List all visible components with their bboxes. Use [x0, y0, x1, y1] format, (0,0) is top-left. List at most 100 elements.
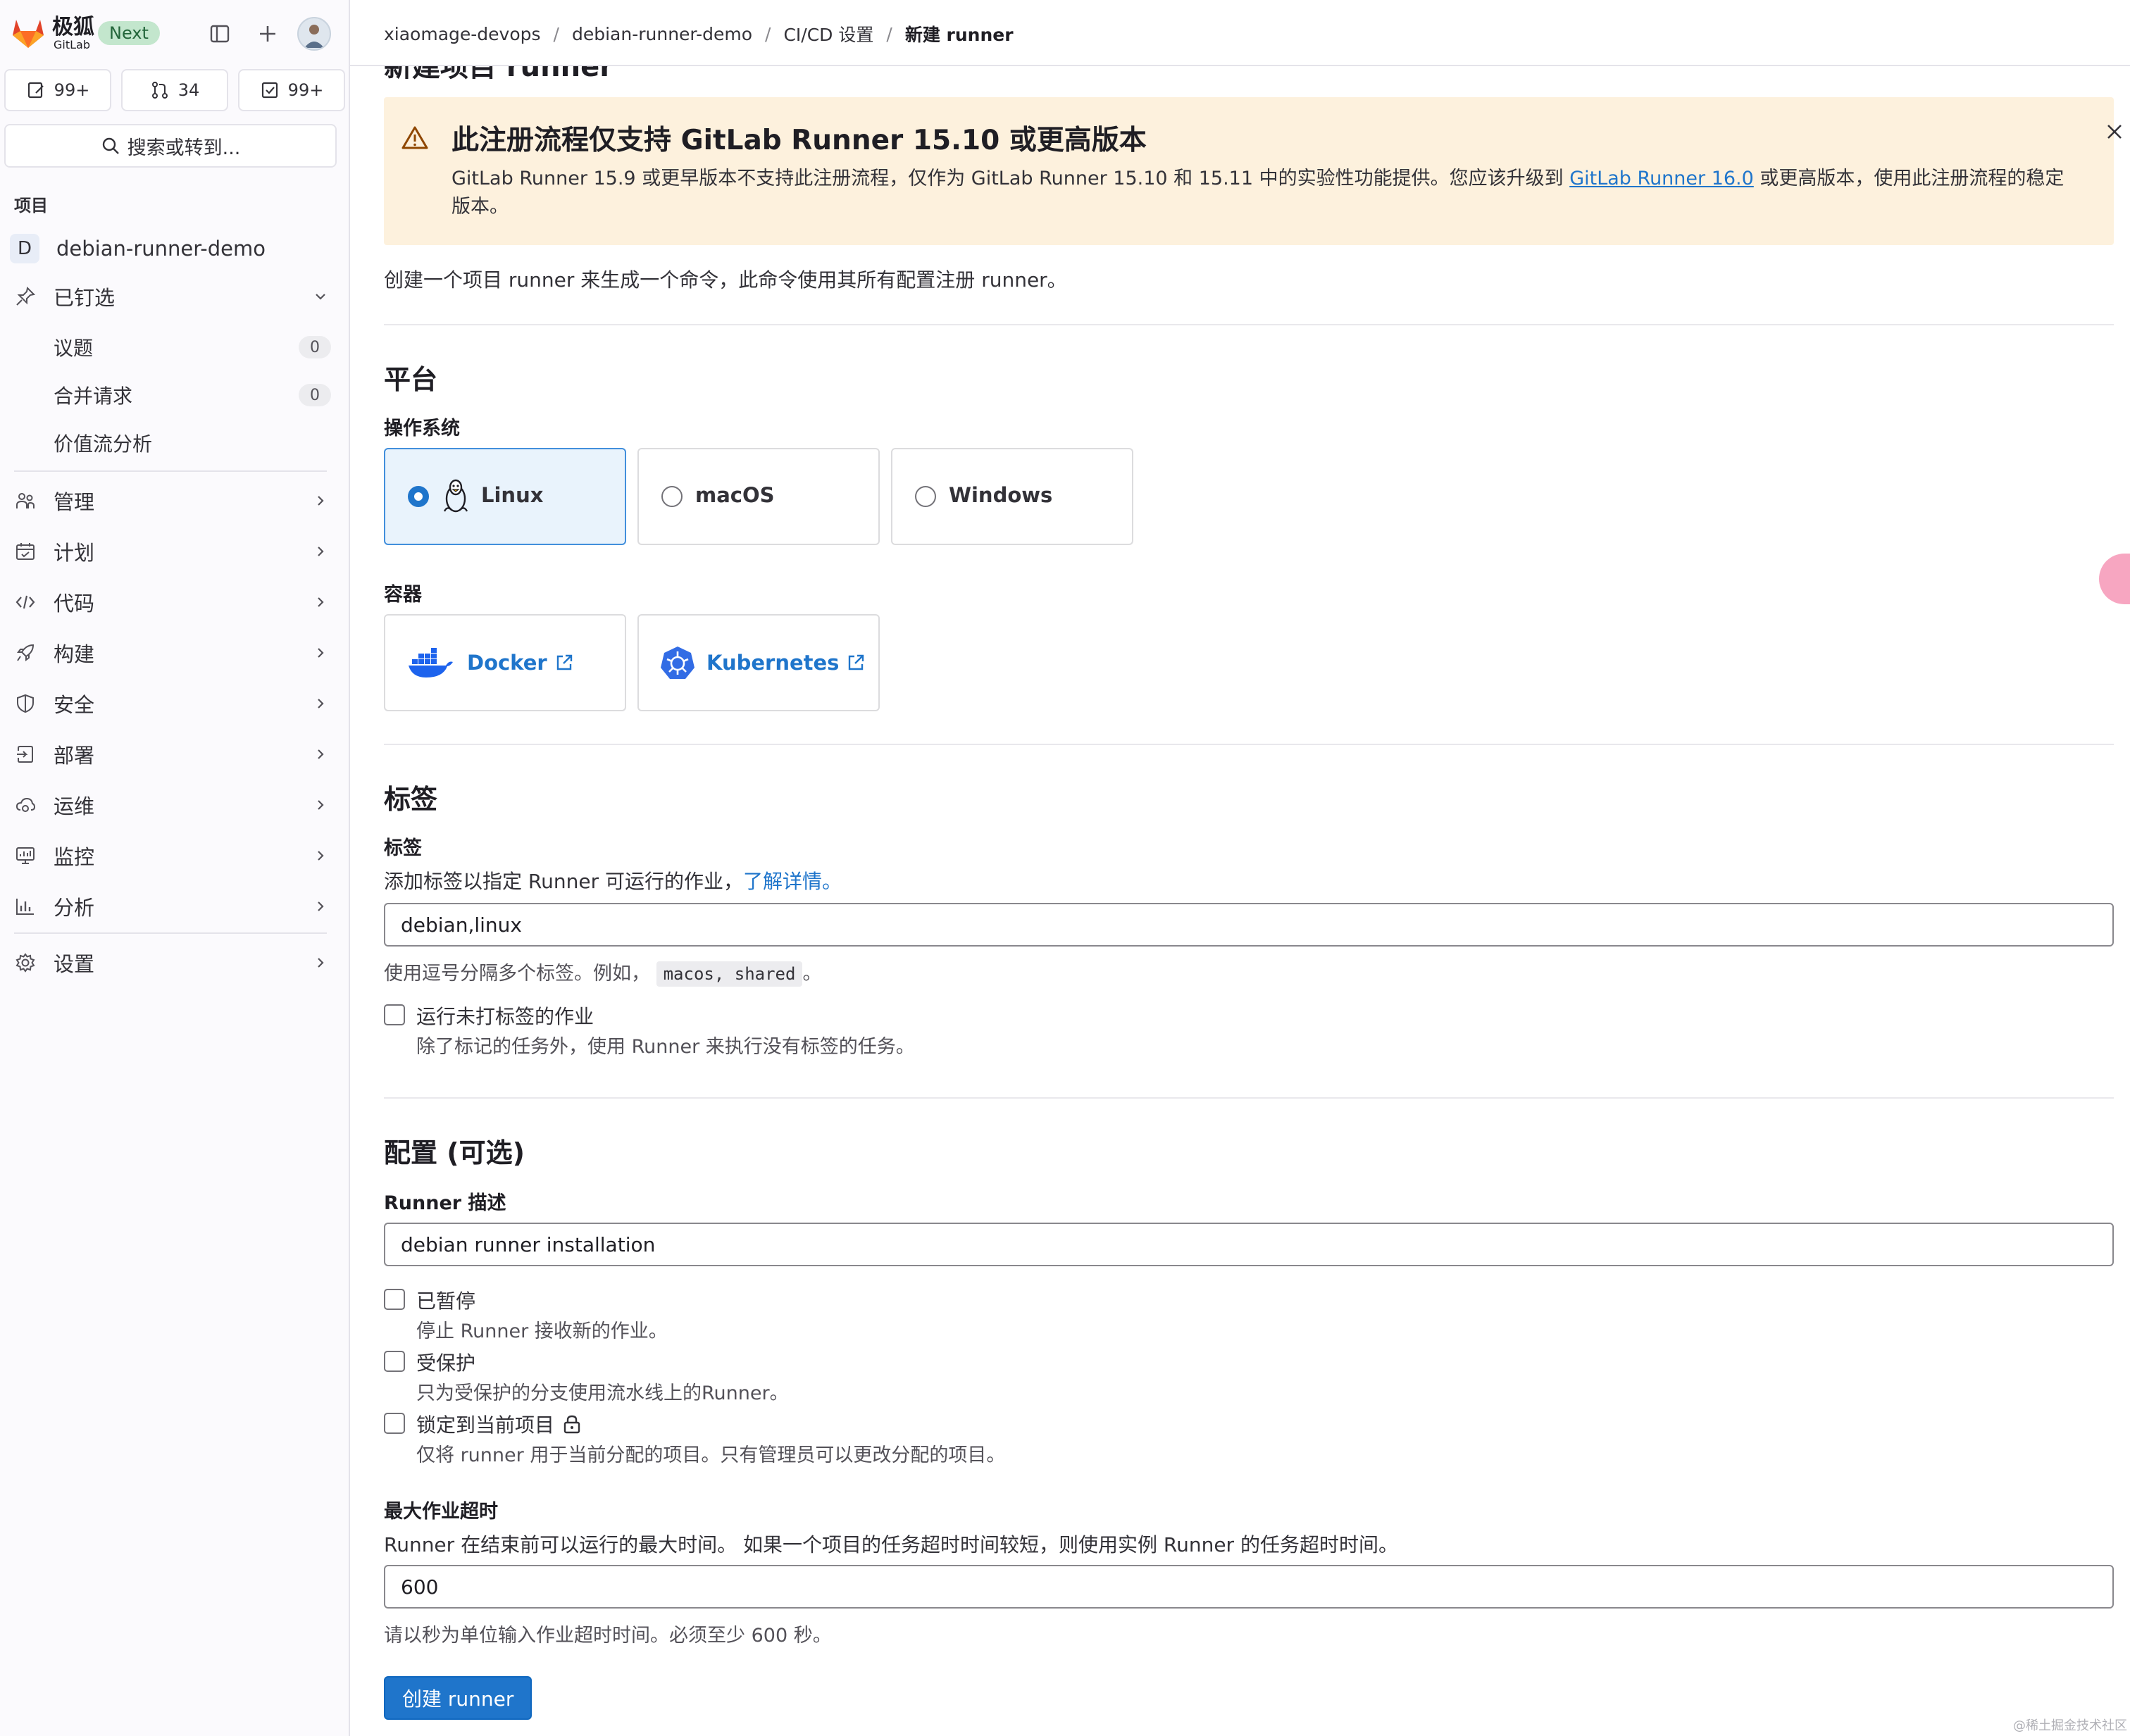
section-divider	[384, 1097, 2114, 1099]
breadcrumb-separator: /	[765, 23, 771, 44]
sidebar-item-value-stream[interactable]: 价值流分析	[0, 421, 338, 465]
sidebar: 极狐 GitLab Next 99+ 34 99+ 搜索或转到... 项目 D …	[0, 0, 350, 1736]
radio-macos[interactable]	[661, 486, 683, 507]
run-untagged-checkbox[interactable]	[384, 1004, 405, 1025]
sidebar-item-plan[interactable]: 计划	[0, 530, 338, 573]
runner-description-input[interactable]: debian runner installation	[384, 1223, 2114, 1266]
watermark-text: @稀土掘金技术社区	[2013, 1718, 2127, 1733]
alert-body: GitLab Runner 15.9 或更早版本不支持此注册流程，仅作为 Git…	[451, 165, 2072, 221]
sidebar-item-deploy[interactable]: 部署	[0, 732, 338, 776]
tags-help: 添加标签以指定 Runner 可运行的作业，了解详情。	[384, 866, 842, 894]
sidebar-item-operate[interactable]: 运维	[0, 783, 338, 827]
shield-icon	[14, 692, 37, 715]
breadcrumb-item-project[interactable]: debian-runner-demo	[572, 24, 752, 44]
os-option-windows[interactable]: Windows	[891, 448, 1133, 545]
breadcrumb-item-group[interactable]: xiaomage-devops	[384, 24, 541, 44]
kubernetes-link-label: Kubernetes	[706, 651, 840, 675]
alert-dismiss-button[interactable]	[2104, 121, 2125, 145]
project-avatar: D	[10, 234, 39, 263]
kubernetes-link[interactable]: Kubernetes	[706, 651, 866, 675]
paused-help: 停止 Runner 接收新的作业。	[416, 1320, 668, 1342]
tags-input[interactable]: debian,linux	[384, 903, 2114, 947]
protected-checkbox[interactable]	[384, 1351, 405, 1372]
main-content: 新建项目 runner 此注册流程仅支持 GitLab Runner 15.10…	[350, 0, 2130, 1736]
external-link-icon	[556, 654, 572, 670]
sidebar-item-settings[interactable]: 设置	[0, 941, 338, 985]
sidebar-item-label: 代码	[54, 592, 95, 616]
configuration-heading: 配置 (可选)	[384, 1137, 525, 1168]
tags-heading: 标签	[384, 784, 438, 815]
user-avatar[interactable]	[297, 17, 331, 51]
merge-requests-count: 34	[178, 80, 200, 100]
create-runner-button[interactable]: 创建 runner	[384, 1676, 532, 1720]
tags-hint-end: 。	[802, 963, 822, 985]
search-label: 搜索或转到...	[127, 137, 241, 159]
search-icon	[102, 137, 119, 154]
search-button[interactable]: 搜索或转到...	[4, 124, 337, 168]
radio-windows[interactable]	[915, 486, 936, 507]
sidebar-item-code[interactable]: 代码	[0, 580, 338, 624]
os-option-macos[interactable]: macOS	[637, 448, 880, 545]
alert-title: 此注册流程仅支持 GitLab Runner 15.10 或更高版本	[451, 125, 1147, 156]
sidebar-item-label: 议题	[54, 337, 94, 360]
sidebar-item-build[interactable]: 构建	[0, 631, 338, 675]
locked-checkbox[interactable]	[384, 1413, 405, 1434]
merge-requests-button[interactable]: 34	[121, 69, 228, 111]
code-icon	[14, 591, 37, 613]
tags-help-text: 添加标签以指定 Runner 可运行的作业，	[384, 870, 743, 893]
chevron-right-icon	[313, 594, 328, 610]
sidebar-divider	[14, 470, 327, 472]
paused-checkbox[interactable]	[384, 1289, 405, 1310]
intro-text: 创建一个项目 runner 来生成一个命令，此命令使用其所有配置注册 runne…	[384, 268, 1067, 292]
sidebar-item-manage[interactable]: 管理	[0, 479, 338, 523]
breadcrumb-item-cicd-settings[interactable]: CI/CD 设置	[783, 21, 873, 46]
sidebar-item-analyze[interactable]: 分析	[0, 885, 338, 928]
thumbtack-icon	[14, 285, 37, 308]
sidebar-item-monitor[interactable]: 监控	[0, 834, 338, 878]
sidebar-pinned-toggle[interactable]: 已钉选	[0, 275, 338, 318]
sidebar-item-merge-requests[interactable]: 合并请求 0	[0, 373, 338, 417]
sidebar-item-label: 合并请求	[54, 385, 133, 408]
linux-tux-icon	[443, 479, 468, 513]
radio-linux[interactable]	[408, 486, 429, 507]
container-option-kubernetes[interactable]: Kubernetes	[637, 614, 880, 711]
alert-body-text: GitLab Runner 15.9 或更早版本不支持此注册流程，仅作为 Git…	[451, 168, 1570, 189]
sidebar-project-link[interactable]: D debian-runner-demo	[10, 234, 266, 263]
assigned-issues-button[interactable]: 99+	[4, 69, 111, 111]
chevron-right-icon	[313, 645, 328, 661]
section-divider	[384, 324, 2114, 325]
sidebar-item-label: 安全	[54, 693, 95, 717]
gear-icon	[14, 951, 37, 974]
locked-label: 锁定到当前项目	[416, 1413, 555, 1437]
runner-description-label: Runner 描述	[384, 1192, 506, 1214]
paused-label[interactable]: 已暂停	[416, 1286, 475, 1314]
next-badge[interactable]: Next	[98, 21, 160, 45]
project-name: debian-runner-demo	[56, 237, 266, 261]
gitlab-logo-icon[interactable]	[10, 14, 46, 51]
chevron-right-icon	[313, 544, 328, 559]
os-option-linux[interactable]: Linux	[384, 448, 626, 545]
avatar-image-icon	[304, 25, 324, 48]
locked-label-wrap[interactable]: 锁定到当前项目	[416, 1410, 581, 1438]
learn-more-link[interactable]: 了解详情。	[743, 870, 842, 893]
users-icon	[14, 489, 37, 512]
sidebar-item-secure[interactable]: 安全	[0, 682, 338, 725]
brand-name-en: GitLab	[54, 38, 90, 51]
todos-button[interactable]: 99+	[238, 69, 345, 111]
container-option-docker[interactable]: Docker	[384, 614, 626, 711]
chevron-right-icon	[313, 797, 328, 813]
protected-label[interactable]: 受保护	[416, 1348, 475, 1376]
create-new-button[interactable]	[251, 17, 285, 51]
breadcrumb-item-current[interactable]: 新建 runner	[905, 21, 1014, 46]
runner-16-link[interactable]: GitLab Runner 16.0	[1569, 168, 1754, 189]
sidebar-item-label: 运维	[54, 794, 95, 818]
docker-link[interactable]: Docker	[467, 651, 574, 675]
sidebar-item-label: 设置	[54, 952, 95, 976]
toggle-sidebar-button[interactable]	[203, 17, 237, 51]
run-untagged-label[interactable]: 运行未打标签的作业	[416, 1001, 594, 1030]
sidebar-item-issues[interactable]: 议题 0	[0, 325, 338, 369]
chevron-right-icon	[313, 848, 328, 863]
sidebar-divider	[14, 932, 327, 934]
max-timeout-input[interactable]: 600	[384, 1565, 2114, 1609]
breadcrumb-separator: /	[553, 23, 559, 44]
